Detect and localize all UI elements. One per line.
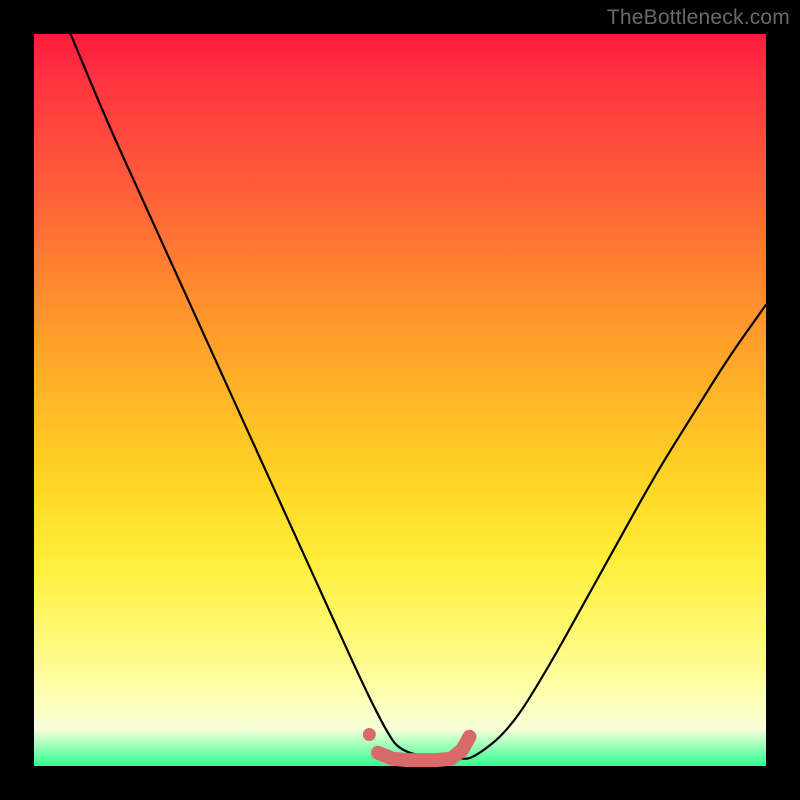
bottleneck-curve [34,0,766,759]
curve-layer [34,34,766,766]
bottom-band-dot [363,728,376,741]
chart-frame: TheBottleneck.com [0,0,800,800]
bottom-band-markers [363,728,470,760]
watermark-text: TheBottleneck.com [607,6,790,30]
plot-area [34,34,766,766]
